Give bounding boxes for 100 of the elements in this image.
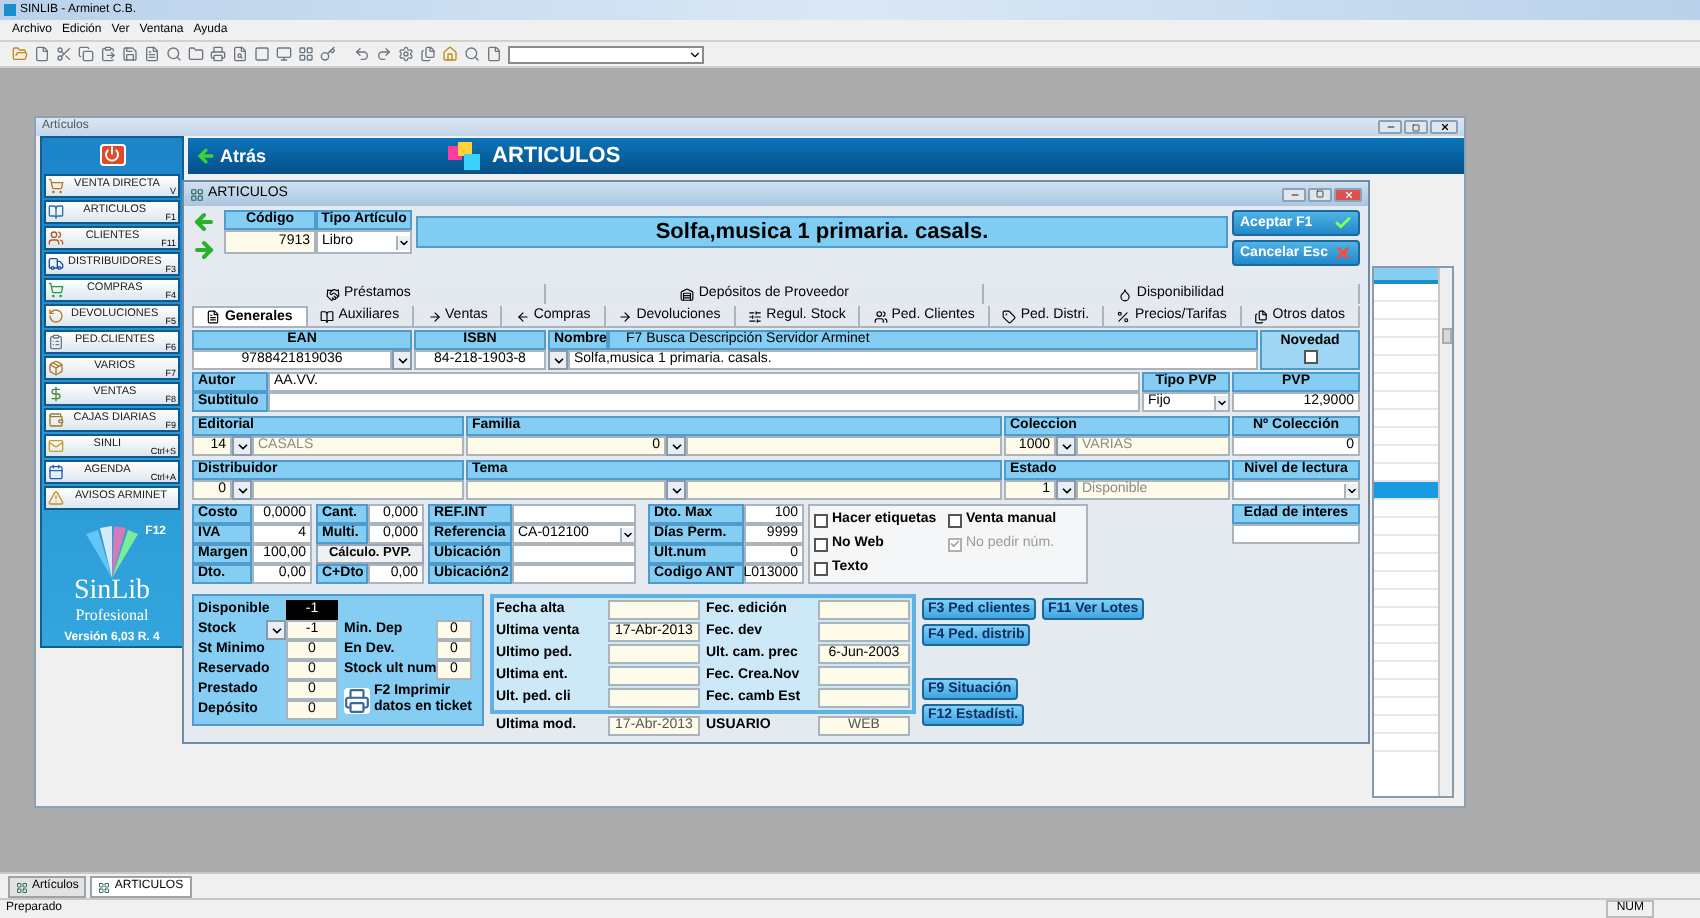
caret-icon — [235, 439, 249, 453]
input-field[interactable] — [608, 688, 700, 708]
checkbox[interactable] — [948, 513, 962, 527]
forward-arrow-icon[interactable] — [376, 46, 392, 62]
close-icon — [1343, 189, 1353, 199]
minimize-icon — [1385, 122, 1395, 132]
input-field[interactable] — [818, 688, 910, 708]
maximize-icon — [1412, 123, 1420, 131]
page-icon[interactable] — [254, 46, 270, 62]
search-icon[interactable] — [464, 46, 480, 62]
display-field[interactable] — [686, 436, 1002, 456]
file-icon[interactable] — [34, 46, 50, 62]
document-icon[interactable] — [144, 46, 160, 62]
display-field[interactable] — [686, 480, 1002, 500]
close-button[interactable] — [1430, 120, 1458, 134]
selected-row[interactable] — [1374, 482, 1438, 500]
paste-icon[interactable] — [100, 46, 116, 62]
caret-icon — [669, 439, 683, 453]
checkbox[interactable] — [814, 513, 828, 527]
input-field[interactable] — [818, 666, 910, 686]
power-icon — [104, 146, 120, 163]
printer-icon — [344, 687, 370, 713]
lookup-button[interactable] — [1056, 436, 1076, 456]
lookup-button[interactable] — [666, 436, 686, 456]
book-icon — [320, 309, 335, 323]
back-button[interactable]: Atrás — [196, 146, 436, 166]
input-field[interactable] — [512, 504, 636, 524]
printer-icon[interactable] — [210, 46, 226, 62]
combo-box[interactable] — [508, 45, 704, 63]
input-field[interactable] — [512, 564, 636, 584]
input-field[interactable] — [1232, 524, 1360, 544]
edition-label: Profesional — [75, 605, 149, 624]
brand-name: SinLib — [73, 577, 151, 606]
caret-icon — [688, 47, 702, 61]
dropdown[interactable] — [1232, 480, 1360, 500]
lookup-button[interactable] — [232, 436, 252, 456]
arrow-left-icon — [196, 146, 216, 166]
arrow-right-icon — [618, 309, 633, 323]
lookup-button[interactable] — [1056, 480, 1076, 500]
caret-icon — [669, 483, 683, 497]
arrow-left-icon — [515, 309, 530, 323]
handshake-icon — [325, 287, 340, 301]
lookup-button[interactable] — [266, 620, 286, 640]
logo-drawing — [82, 525, 142, 578]
minimize-icon — [1289, 189, 1299, 199]
arrow-left-icon[interactable] — [192, 210, 216, 234]
back-arrow-icon[interactable] — [354, 46, 370, 62]
people-icon — [873, 309, 888, 323]
input-field[interactable] — [818, 600, 910, 620]
lookup-button[interactable] — [548, 350, 568, 370]
tag-icon — [1002, 309, 1017, 323]
display-field[interactable] — [252, 480, 464, 500]
lookup-button[interactable] — [392, 350, 412, 370]
home-icon[interactable] — [442, 46, 458, 62]
input-field[interactable] — [608, 600, 700, 620]
window-icon — [190, 187, 204, 201]
minimize-button[interactable] — [1378, 120, 1402, 134]
caret-icon — [551, 353, 565, 367]
arrow-right-icon[interactable] — [192, 238, 216, 262]
monitor-icon[interactable] — [276, 46, 292, 62]
check-icon — [1334, 214, 1352, 232]
folder-icon[interactable] — [12, 46, 28, 62]
grid-icon[interactable] — [298, 46, 314, 62]
caret-icon — [1059, 483, 1073, 497]
file-icon[interactable] — [486, 46, 502, 62]
copy-icon[interactable] — [78, 46, 94, 62]
dollar-icon — [48, 385, 64, 402]
gear-icon[interactable] — [398, 46, 414, 62]
close-icon — [1334, 244, 1352, 262]
search-icon[interactable] — [166, 46, 182, 62]
input-field[interactable] — [268, 392, 1140, 412]
checkbox[interactable] — [814, 537, 828, 551]
save-icon[interactable] — [122, 46, 138, 62]
app-icon — [4, 4, 16, 16]
truck-icon — [48, 255, 64, 272]
input-field[interactable] — [608, 644, 700, 664]
lookup-button[interactable] — [232, 480, 252, 500]
sliders-icon — [748, 309, 763, 323]
preview-icon[interactable] — [232, 46, 248, 62]
scissors-icon[interactable] — [56, 46, 72, 62]
input-field[interactable] — [512, 544, 636, 564]
power-button[interactable] — [99, 144, 125, 166]
caret-icon — [396, 235, 410, 249]
window-icon — [98, 881, 111, 893]
lookup-button[interactable] — [666, 480, 686, 500]
key-icon[interactable] — [320, 46, 336, 62]
input-field[interactable] — [466, 480, 666, 500]
checkbox[interactable] — [1303, 350, 1317, 364]
input-field[interactable] — [608, 666, 700, 686]
files-icon[interactable] — [420, 46, 436, 62]
input-field[interactable] — [818, 622, 910, 642]
maximize-button[interactable] — [1308, 187, 1332, 201]
caret-icon — [1059, 439, 1073, 453]
checkbox[interactable] — [814, 561, 828, 575]
cart-icon — [48, 281, 64, 298]
folder-icon[interactable] — [188, 46, 204, 62]
scrollbar[interactable] — [1438, 268, 1452, 796]
people-icon — [48, 229, 64, 246]
minimize-button[interactable] — [1282, 187, 1306, 201]
calendar-icon — [48, 463, 64, 480]
